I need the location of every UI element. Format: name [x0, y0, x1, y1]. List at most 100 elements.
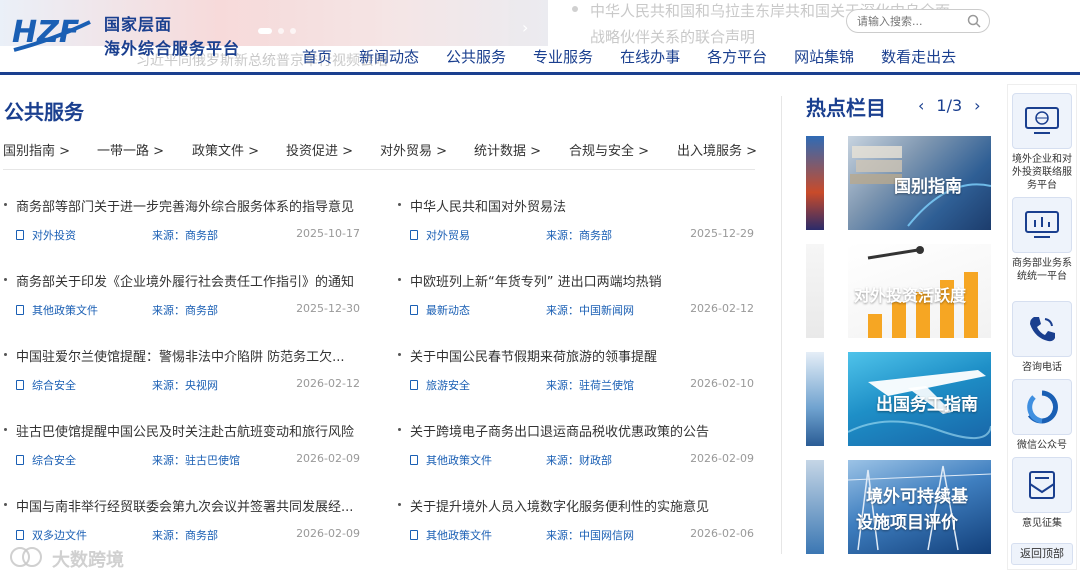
sidebar-item-hotline[interactable]: 咨询电话 [1011, 301, 1073, 374]
news-tag[interactable]: 双多边文件 [16, 527, 87, 543]
nav-divider [0, 72, 1080, 75]
sidebar-item-mofcom-system[interactable]: 商务部业务系统统一平台 [1011, 197, 1073, 283]
nav-data[interactable]: 数看走出去 [881, 46, 956, 68]
news-title[interactable]: 关于中国公民春节假期来荷旅游的领事提醒 [398, 346, 750, 365]
news-item: 关于提升境外人员入境数字化服务便利性的实施意见 其他政策文件 来源：中国网信网 … [398, 496, 754, 550]
document-icon [16, 455, 24, 465]
site-header: › 中华人民共和国和乌拉圭东岸共和国关于深化中乌全面 战略伙伴关系的联合声明 习… [0, 0, 1080, 74]
news-meta: 双多边文件 来源：商务部 2026-02-09 [16, 527, 360, 543]
news-item: 商务部关于印发《企业境外履行社会责任工作指引》的通知 其他政策文件 来源：商务部… [4, 271, 360, 325]
news-title[interactable]: 关于提升境外人员入境数字化服务便利性的实施意见 [398, 496, 750, 515]
document-icon [16, 380, 24, 390]
news-tag[interactable]: 最新动态 [410, 302, 470, 318]
news-tag[interactable]: 综合安全 [16, 377, 76, 393]
watermark-logo-icon [10, 547, 42, 567]
carousel-dot[interactable] [278, 28, 284, 34]
section-title-public-service: 公共服务 [4, 100, 84, 124]
news-date: 2026-02-10 [690, 377, 754, 390]
news-title[interactable]: 商务部关于印发《企业境外履行社会责任工作指引》的通知 [4, 271, 356, 290]
news-source: 来源：驻古巴使馆 [152, 454, 240, 467]
sidebar-item-wechat[interactable]: 微信公众号 [1011, 379, 1073, 452]
news-meta: 其他政策文件 来源：财政部 2026-02-09 [410, 452, 754, 468]
hot-card-labor[interactable]: 出国务工指南 [848, 352, 991, 446]
news-date: 2026-02-09 [296, 527, 360, 540]
category-tab[interactable]: 投资促进 > [286, 140, 353, 159]
sidebar-item-label: 微信公众号 [1017, 440, 1067, 451]
carousel-next-icon[interactable]: › [522, 18, 528, 37]
news-source: 来源：驻荷兰使馆 [546, 379, 634, 392]
nav-online-affairs[interactable]: 在线办事 [620, 46, 680, 68]
back-to-top-button[interactable]: 返回顶部 [1011, 543, 1073, 565]
news-title[interactable]: 中国驻爱尔兰使馆提醒：警惕非法中介陷阱 防范务工欠... [4, 346, 356, 365]
news-date: 2026-02-06 [690, 527, 754, 540]
news-tag[interactable]: 旅游安全 [410, 377, 470, 393]
hot-card-label: 境外可持续基 [866, 487, 968, 507]
sidebar-item-label: 境外企业和对外投资联络服务平台 [1012, 154, 1072, 191]
news-title[interactable]: 关于跨境电子商务出口退运商品税收优惠政策的公告 [398, 421, 750, 440]
news-title[interactable]: 中华人民共和国对外贸易法 [398, 196, 750, 215]
search-box[interactable] [846, 9, 990, 33]
carousel-dots[interactable] [258, 28, 296, 34]
next-page-icon[interactable]: › [974, 96, 980, 115]
news-tag-label: 最新动态 [426, 304, 470, 317]
hot-card-country-guide[interactable]: 国别指南 [848, 136, 991, 230]
news-tag-label: 对外投资 [32, 229, 76, 242]
news-tag-label: 双多边文件 [32, 529, 87, 542]
news-tag[interactable]: 对外贸易 [410, 227, 470, 243]
category-tab[interactable]: 统计数据 > [474, 140, 541, 159]
partial-thumbnail[interactable] [806, 460, 824, 554]
prev-page-icon[interactable]: ‹ [918, 96, 924, 115]
category-tabs: 国别指南 > 一带一路 > 政策文件 > 投资促进 > 对外贸易 > 统计数据 … [3, 140, 759, 160]
news-item: 中欧班列上新“年货专列” 进出口两端均热销 最新动态 来源：中国新闻网 2026… [398, 271, 754, 325]
category-tab[interactable]: 国别指南 > [3, 140, 70, 159]
news-title[interactable]: 中欧班列上新“年货专列” 进出口两端均热销 [398, 271, 750, 290]
search-icon[interactable] [967, 14, 981, 28]
hot-card-label: 国别指南 [894, 177, 962, 197]
hot-card-infrastructure[interactable]: 境外可持续基 设施项目评价 [848, 460, 991, 554]
news-tag-label: 对外贸易 [426, 229, 470, 242]
nav-home[interactable]: 首页 [302, 46, 332, 68]
nav-platforms[interactable]: 各方平台 [707, 46, 767, 68]
news-tag[interactable]: 其他政策文件 [16, 302, 98, 318]
logo-subtitle: 海外综合服务平台 [104, 39, 241, 58]
nav-professional-service[interactable]: 专业服务 [533, 46, 593, 68]
category-tab[interactable]: 合规与安全 > [569, 140, 649, 159]
news-title[interactable]: 中国与南非举行经贸联委会第九次会议并签署共同发展经... [4, 496, 356, 515]
news-tag[interactable]: 对外投资 [16, 227, 76, 243]
ghost-headline: 战略伙伴关系的联合声明 [590, 28, 756, 46]
sidebar-icon-box [1012, 197, 1072, 253]
hot-card-investment[interactable]: 对外投资活跃度 [848, 244, 991, 338]
partial-thumbnail[interactable] [806, 352, 824, 446]
nav-public-service[interactable]: 公共服务 [446, 46, 506, 68]
news-tag[interactable]: 其他政策文件 [410, 527, 492, 543]
news-date: 2025-12-29 [690, 227, 754, 240]
news-date: 2026-02-12 [296, 377, 360, 390]
category-tab[interactable]: 政策文件 > [192, 140, 259, 159]
svg-text:HZF: HZF [12, 15, 80, 50]
page: › 中华人民共和国和乌拉圭东岸共和国关于深化中乌全面 战略伙伴关系的联合声明 习… [0, 0, 1080, 578]
category-tab[interactable]: 对外贸易 > [380, 140, 447, 159]
sidebar-icon-box [1012, 301, 1072, 357]
category-tab[interactable]: 出入境服务 > [677, 140, 757, 159]
main-nav: 首页 新闻动态 公共服务 专业服务 在线办事 各方平台 网站集锦 数看走出去 [302, 46, 983, 68]
sidebar-item-label: 商务部业务系统统一平台 [1012, 258, 1072, 282]
section-title-hot: 热点栏目 [806, 96, 886, 120]
news-title[interactable]: 商务部等部门关于进一步完善海外综合服务体系的指导意见 [4, 196, 356, 215]
sidebar-item-feedback[interactable]: 意见征集 [1011, 457, 1073, 530]
document-icon [410, 230, 418, 240]
carousel-dot[interactable] [290, 28, 296, 34]
search-input[interactable] [857, 13, 957, 29]
column-divider [781, 96, 782, 554]
news-tag[interactable]: 综合安全 [16, 452, 76, 468]
news-item: 中国驻爱尔兰使馆提醒：警惕非法中介陷阱 防范务工欠... 综合安全 来源：央视网… [4, 346, 360, 400]
partial-thumbnail[interactable] [806, 244, 824, 338]
partial-thumbnail[interactable] [806, 136, 824, 230]
sidebar-item-overseas-platform[interactable]: 境外企业和对外投资联络服务平台 [1011, 93, 1073, 192]
news-title[interactable]: 驻古巴使馆提醒中国公民及时关注赴古航班变动和旅行风险 [4, 421, 356, 440]
category-tab[interactable]: 一带一路 > [97, 140, 164, 159]
nav-news[interactable]: 新闻动态 [359, 46, 419, 68]
news-tag[interactable]: 其他政策文件 [410, 452, 492, 468]
hzf-logo[interactable]: HZF [10, 10, 94, 58]
nav-sites[interactable]: 网站集锦 [794, 46, 854, 68]
carousel-dot[interactable] [258, 28, 272, 34]
